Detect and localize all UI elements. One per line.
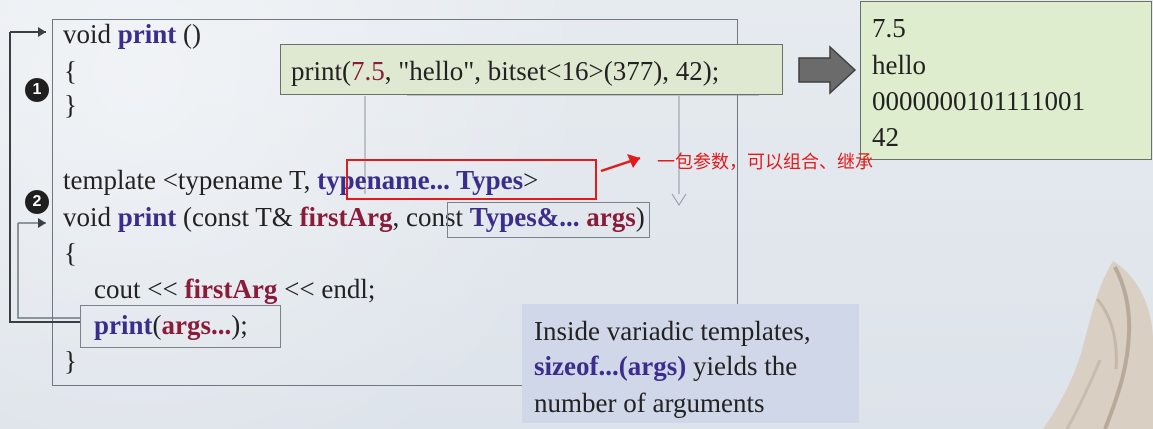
output-line-4: 42 — [872, 122, 899, 152]
chinese-annotation: 一包参数，可以组合、继承 — [657, 152, 873, 173]
code-token-param-prefix: (const T& — [176, 202, 300, 232]
code-token-first-arg: firstArg — [299, 202, 393, 232]
code-token-cout-suffix: << endl; — [277, 274, 376, 304]
note-line-2: sizeof...(args) yields the — [534, 351, 797, 382]
code-line-open-brace-2: { — [64, 238, 77, 268]
code-line-base-print: void print () — [63, 21, 201, 48]
code-token-cout-first-arg: firstArg — [184, 274, 278, 304]
example-call-rest: , "hello", bitset<16>(377), 42); — [384, 56, 720, 86]
code-line-close-brace-1: } — [64, 90, 77, 120]
example-call-prefix: print( — [291, 56, 351, 86]
note-line-1: Inside variadic templates, — [534, 316, 811, 346]
code-token-print-function: print — [117, 19, 177, 49]
code-token-empty-params: () — [176, 19, 202, 49]
note-line-2-suffix: yields the — [686, 351, 798, 381]
code-line-close-brace-2: } — [64, 346, 77, 376]
note-sizeof-keyword: sizeof...(args) — [534, 351, 687, 381]
code-token-print-function-2: print — [117, 202, 177, 232]
types-pack-outline — [447, 202, 650, 238]
typename-pack-highlight — [346, 159, 597, 200]
presenter-shape — [1043, 261, 1153, 429]
code-line-open-brace-1: { — [64, 56, 77, 86]
code-line-cout: cout << firstArg << endl; — [94, 276, 375, 303]
code-token-comma: , — [392, 202, 406, 232]
note-line-3: number of arguments — [534, 388, 765, 418]
code-token-cout-prefix: cout << — [94, 274, 185, 304]
example-call-first-value: 7.5 — [351, 56, 385, 86]
output-line-2: hello — [872, 50, 926, 80]
code-token-template-prefix: template <typename T, — [63, 165, 318, 195]
recursive-call-outline — [80, 305, 281, 348]
example-call-text: print(7.5, "hello", bitset<16>(377), 42)… — [291, 56, 719, 87]
presenter-shoulder — [1043, 261, 1153, 429]
output-line-1: 7.5 — [872, 13, 906, 43]
code-token-void-2: void — [63, 202, 118, 232]
output-line-3: 0000000101111001 — [872, 86, 1085, 116]
code-token-void: void — [63, 19, 118, 49]
